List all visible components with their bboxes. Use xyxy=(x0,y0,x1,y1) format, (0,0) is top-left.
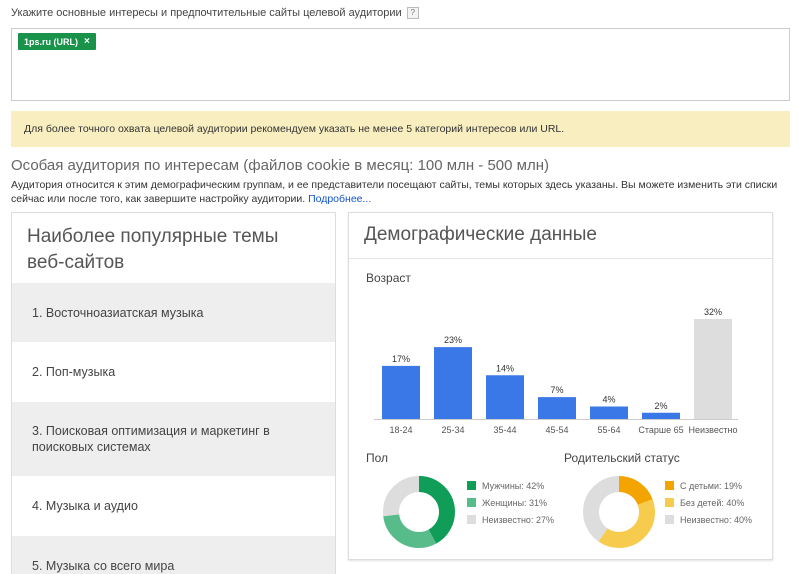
audience-description: Аудитория относится к этим демографическ… xyxy=(11,178,781,206)
legend-item: Без детей: 40% xyxy=(665,494,752,511)
legend-item: Неизвестно: 27% xyxy=(467,511,554,528)
demographics-panel: Демографические данные Возраст 17% 18-24 2… xyxy=(348,212,773,560)
topic-item: 1. Восточноазиатская музыка xyxy=(12,283,335,342)
legend-text: Без детей: 40% xyxy=(680,497,745,508)
recommendation-notice: Для более точного охвата целевой аудитор… xyxy=(11,111,790,147)
x-tick-label: 55-64 xyxy=(597,425,620,435)
legend-text: Неизвестно: 27% xyxy=(482,514,554,525)
legend-swatch xyxy=(665,498,674,507)
age-bar-55-64 xyxy=(590,406,628,419)
bar-value-label: 17% xyxy=(392,354,410,364)
parental-legend: С детьми: 19% Без детей: 40% Неизвестно:… xyxy=(665,477,752,528)
age-bar-45-54 xyxy=(538,397,576,419)
x-tick-label: 25-34 xyxy=(441,425,464,435)
bar-value-label: 7% xyxy=(550,385,563,395)
remove-chip-icon[interactable]: × xyxy=(84,36,90,47)
legend-text: Женщины: 31% xyxy=(482,497,548,508)
bar-value-label: 14% xyxy=(496,363,514,373)
url-chip-label: 1ps.ru (URL) xyxy=(24,36,78,47)
legend-text: Мужчины: 42% xyxy=(482,480,545,491)
interests-field-label: Укажите основные интересы и предпочтител… xyxy=(11,7,419,19)
age-bar-Старше 65 xyxy=(642,412,680,419)
x-tick-label: 45-54 xyxy=(545,425,568,435)
parental-status-label: Родительский статус xyxy=(564,451,680,465)
gender-donut-chart xyxy=(383,476,455,548)
legend-swatch xyxy=(467,498,476,507)
topics-panel: Наиболее популярные темы веб-сайтов 1. В… xyxy=(11,212,336,574)
gender-legend: Мужчины: 42% Женщины: 31% Неизвестно: 27… xyxy=(467,477,554,528)
legend-swatch xyxy=(665,515,674,524)
interests-label-text: Укажите основные интересы и предпочтител… xyxy=(11,7,402,19)
age-bar-chart: 17% 18-24 23% 25-34 14% 35-44 7% 45-54 4% 55-64 2%… xyxy=(374,307,738,435)
legend-text: С детьми: 19% xyxy=(680,480,742,491)
help-icon[interactable]: ? xyxy=(406,7,419,19)
x-tick-label: 35-44 xyxy=(493,425,516,435)
age-bar-Неизвестно xyxy=(694,319,732,419)
topic-item: 2. Поп-музыка xyxy=(32,365,116,379)
more-link[interactable]: Подробнее... xyxy=(308,193,371,205)
x-tick-label: Неизвестно xyxy=(689,425,738,435)
legend-text: Неизвестно: 40% xyxy=(680,514,752,525)
legend-item: Женщины: 31% xyxy=(467,494,554,511)
legend-swatch xyxy=(467,515,476,524)
topic-item: 4. Музыка и аудио xyxy=(32,499,138,513)
bar-value-label: 32% xyxy=(704,307,722,317)
interests-input-box[interactable]: 1ps.ru (URL) × xyxy=(11,28,790,101)
x-tick-label: Старше 65 xyxy=(638,425,683,435)
url-chip: 1ps.ru (URL) × xyxy=(18,33,96,50)
parental-donut-chart xyxy=(583,476,655,548)
topic-item: 5. Музыка со всего мира xyxy=(12,536,335,574)
bar-value-label: 4% xyxy=(602,395,615,405)
topics-panel-title: Наиболее популярные темы веб-сайтов xyxy=(27,226,279,273)
bar-value-label: 23% xyxy=(444,335,462,345)
age-bar-25-34 xyxy=(434,347,472,419)
audience-description-text: Аудитория относится к этим демографическ… xyxy=(11,179,778,205)
notice-text: Для более точного охвата целевой аудитор… xyxy=(24,123,565,135)
gender-label: Пол xyxy=(366,451,389,465)
legend-item: С детьми: 19% xyxy=(665,477,752,494)
age-bar-35-44 xyxy=(486,375,524,419)
legend-item: Неизвестно: 40% xyxy=(665,511,752,528)
legend-item: Мужчины: 42% xyxy=(467,477,554,494)
age-bar-18-24 xyxy=(382,365,420,419)
topic-item: 3. Поисковая оптимизация и маркетинг в п… xyxy=(12,402,335,476)
audience-title: Особая аудитория по интересам (файлов co… xyxy=(11,157,550,174)
legend-swatch xyxy=(665,481,674,490)
x-tick-label: 18-24 xyxy=(389,425,412,435)
legend-swatch xyxy=(467,481,476,490)
bar-value-label: 2% xyxy=(654,401,667,411)
